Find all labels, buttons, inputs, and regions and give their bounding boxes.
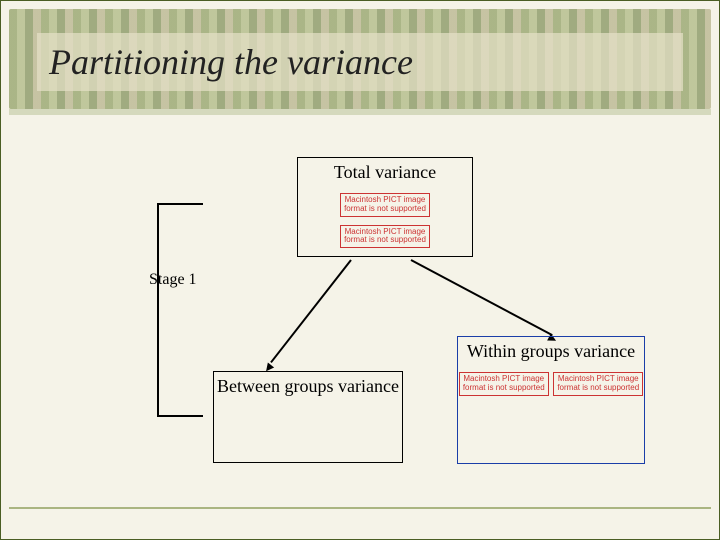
stage-bracket [157,203,201,417]
total-variance-box: Total variance Macintosh PICT image form… [297,157,473,257]
within-groups-box: Within groups variance Macintosh PICT im… [457,336,645,464]
stage-1-label: Stage 1 [149,271,197,289]
pict-error-placeholder: Macintosh PICT image format is not suppo… [553,372,643,396]
slide-title: Partitioning the variance [37,33,683,91]
pict-error-placeholder: Macintosh PICT image format is not suppo… [459,372,549,396]
arrow-to-between [270,259,352,363]
pict-error-placeholder: Macintosh PICT image format is not suppo… [340,225,430,249]
total-variance-label: Total variance [298,162,472,183]
between-groups-box: Between groups variance [213,371,403,463]
between-groups-label: Between groups variance [214,376,402,397]
arrow-to-within [411,259,553,336]
bottom-decorative-rule [9,507,711,509]
pict-error-placeholder: Macintosh PICT image format is not suppo… [340,193,430,217]
within-groups-label: Within groups variance [458,341,644,362]
